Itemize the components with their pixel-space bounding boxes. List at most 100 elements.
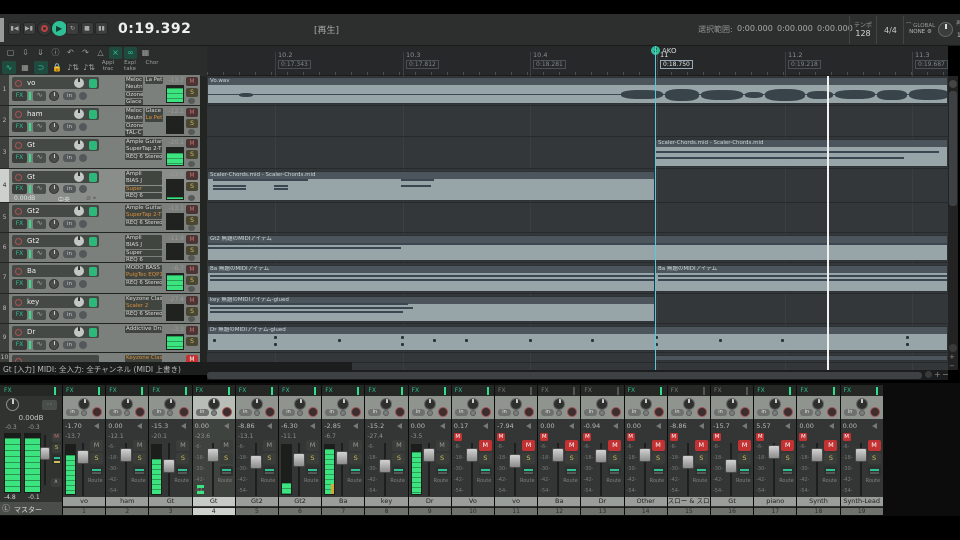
fx-param-button[interactable] xyxy=(188,316,195,322)
fx-slot[interactable]: Ozone xyxy=(125,122,143,130)
lock-icon[interactable]: 🔒 xyxy=(50,61,64,74)
volume-knob[interactable] xyxy=(74,140,84,150)
input-monitor-button[interactable] xyxy=(79,341,87,349)
global-automation-box[interactable]: ⌒ GLOBAL NONE ⚙ xyxy=(903,16,937,44)
strip-solo-button[interactable]: S xyxy=(565,453,579,464)
input-monitor-button[interactable] xyxy=(79,123,87,131)
arrange-vertical-scrollbar[interactable]: + − xyxy=(948,76,958,370)
strip-solo-button[interactable]: S xyxy=(694,453,708,464)
strip-volume-readout[interactable]: 0.00 xyxy=(108,422,134,430)
envelope-button[interactable]: ∿ xyxy=(33,310,46,320)
strip-mute-button[interactable]: M xyxy=(781,440,795,451)
strip-solo-button[interactable]: S xyxy=(522,453,535,464)
master-fader-cap[interactable] xyxy=(40,447,50,460)
strip-mute-button[interactable]: M xyxy=(651,440,665,451)
fx-button[interactable]: FX xyxy=(12,184,27,194)
strip-pan-knob[interactable] xyxy=(553,397,566,410)
strip-fader-cap[interactable] xyxy=(120,448,133,462)
strip-input-button[interactable]: in xyxy=(454,409,468,416)
input-button[interactable]: in xyxy=(63,341,76,349)
fx-slot[interactable]: Ozone xyxy=(125,91,143,99)
strip-solo-button[interactable]: S xyxy=(867,453,881,464)
selection-start-value[interactable]: 0:00.000 xyxy=(737,24,773,33)
strip-name[interactable]: Gt xyxy=(711,497,754,506)
strip-name[interactable]: Ba xyxy=(322,497,365,506)
monitor-button[interactable] xyxy=(89,297,97,307)
track-name[interactable]: key xyxy=(27,298,72,306)
strip-name[interactable]: Dr xyxy=(581,497,624,506)
strip-mute-button[interactable]: M xyxy=(219,440,233,451)
chord-button[interactable]: Chor xyxy=(142,60,162,75)
track-panel[interactable]: 10 Keyzone Clas M xyxy=(0,353,207,362)
strip-input-button[interactable]: in xyxy=(368,409,382,416)
strip-route-button[interactable] xyxy=(176,466,190,476)
strip-input-button[interactable]: in xyxy=(757,409,771,416)
mixer-strip[interactable]: FX in 0.00 M -6- -18- -30- -42- -54- M S Route Synth… xyxy=(840,385,883,515)
strip-record-arm[interactable] xyxy=(178,407,189,417)
media-item[interactable]: Vo.wav xyxy=(207,77,948,104)
envelope-button[interactable]: ∿ xyxy=(33,153,46,163)
fx-slot[interactable]: REQ 6 Stereo xyxy=(125,219,162,227)
strip-input-monitor[interactable] xyxy=(426,409,433,416)
media-item[interactable]: Ba 無題のMIDIアイテム xyxy=(207,265,655,292)
input-button[interactable]: in xyxy=(63,185,76,193)
record-arm-icon[interactable] xyxy=(15,267,22,275)
strip-solo-button[interactable]: S xyxy=(219,453,233,464)
fx-slot[interactable]: Ample Guitar xyxy=(125,205,162,212)
strip-volume-readout[interactable]: -8.86 xyxy=(670,422,696,430)
master-fader-track[interactable] xyxy=(44,435,46,485)
strip-fader-cap[interactable] xyxy=(854,448,867,462)
strip-solo-button[interactable]: S xyxy=(349,453,363,464)
strip-volume-readout[interactable]: -6.30 xyxy=(281,422,307,430)
strip-input-monitor[interactable] xyxy=(383,409,390,416)
strip-input-monitor[interactable] xyxy=(124,409,131,416)
strip-number[interactable]: 8 xyxy=(365,507,408,515)
strip-input-button[interactable]: in xyxy=(195,409,209,416)
strip-pan-knob[interactable] xyxy=(380,397,393,410)
strip-number[interactable]: 15 xyxy=(667,507,710,515)
fx-slot[interactable]: REQ 6 Stereo xyxy=(125,153,162,161)
strip-fader-cap[interactable] xyxy=(249,455,262,469)
track-name[interactable]: Gt2 xyxy=(27,237,72,245)
mixer-strip[interactable]: FX in 0.00 M -6- -18- -30- -42- -54- M S Route Ba 12 xyxy=(538,385,581,515)
solo-button[interactable]: S xyxy=(186,182,198,191)
pitch-snap-icon[interactable]: ♪⇅ xyxy=(82,61,96,74)
mixer-strip[interactable]: FX in -8.86 -13.1 -6- -18- -30- -42- -54- M S Route… xyxy=(235,385,278,515)
apply-track-button[interactable]: Appl trac xyxy=(98,60,118,75)
strip-volume-readout[interactable]: -0.94 xyxy=(583,422,609,430)
strip-route-button[interactable] xyxy=(781,466,795,476)
strip-pan-knob[interactable] xyxy=(207,397,220,410)
strip-number[interactable]: 1 xyxy=(63,507,106,515)
strip-fader-cap[interactable] xyxy=(595,449,608,463)
fx-param-button[interactable] xyxy=(188,161,195,167)
strip-number[interactable]: 14 xyxy=(624,507,667,515)
grid-toggle-icon[interactable]: ▦ xyxy=(18,61,32,74)
stop-button[interactable]: ■ xyxy=(80,22,94,35)
strip-fx-button[interactable]: FX xyxy=(196,387,204,394)
strip-input-button[interactable]: in xyxy=(282,409,295,416)
media-item[interactable]: Ba 無題のMIDIアイテム xyxy=(655,265,948,292)
strip-fader-cap[interactable] xyxy=(638,448,651,462)
strip-name[interactable]: Synth-Lead xyxy=(840,497,883,506)
strip-number[interactable]: 7 xyxy=(322,507,365,515)
repeat-button[interactable]: ↻ xyxy=(66,22,79,35)
time-signature[interactable]: 4/4 xyxy=(884,26,897,35)
strip-pan-knob[interactable] xyxy=(812,397,825,410)
strip-fx-button[interactable]: FX xyxy=(325,387,333,394)
strip-route-button[interactable] xyxy=(824,466,838,476)
pan-knob[interactable] xyxy=(49,153,59,163)
track-name[interactable]: Dr xyxy=(27,328,72,336)
mixer-strip[interactable]: FXin0.00-23.6-6--18--30--42--54-MSRouteG… xyxy=(192,385,235,515)
arrange-view[interactable]: Vo.wav Scaler-Chords.mid - Scaler-Chords.… xyxy=(207,76,948,370)
redo-icon[interactable]: ↷ xyxy=(79,47,92,59)
track-panel[interactable]: 9 Dr FX ∿ in Addictive Dru -3.3 M S xyxy=(0,324,207,352)
volume-knob[interactable] xyxy=(74,266,84,276)
strip-input-button[interactable]: in xyxy=(541,409,555,416)
strip-input-monitor[interactable] xyxy=(599,409,606,416)
mixer-strip[interactable]: FX in -8.86 M -6- -18- -30- -42- -54- M S Route スロー … xyxy=(667,385,710,515)
strip-route-button[interactable] xyxy=(651,466,665,476)
strip-volume-readout[interactable]: 0.00 xyxy=(627,422,653,430)
track-panel[interactable]: 2 ham FX ∿ in Meloc Neutn Ozone TAL-C Glace La Pet… xyxy=(0,106,207,136)
fx-slot[interactable]: Ampli xyxy=(125,171,162,178)
solo-button[interactable]: S xyxy=(186,119,198,128)
